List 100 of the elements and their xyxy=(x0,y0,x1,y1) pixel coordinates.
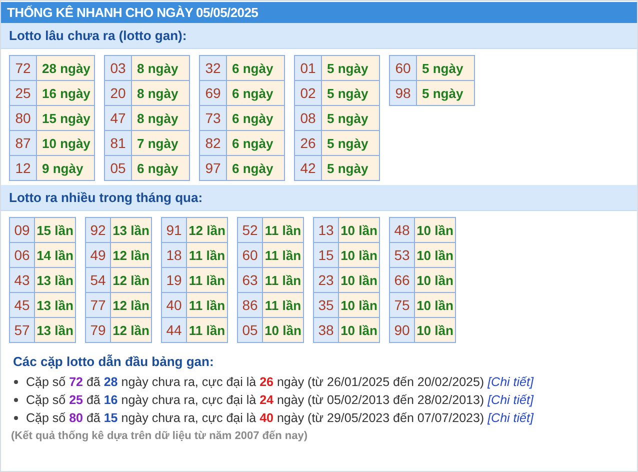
count-cell: 6 ngày xyxy=(226,56,284,80)
count-cell: 5 ngày xyxy=(322,56,380,80)
count-cell: 5 ngày xyxy=(322,156,380,180)
number-cell: 15 xyxy=(314,242,338,268)
number-cell: 90 xyxy=(390,318,414,342)
number-cell: 26 xyxy=(294,130,322,156)
number-cell: 25 xyxy=(10,80,36,106)
count-cell: 5 ngày xyxy=(322,130,380,156)
number-cell: 82 xyxy=(200,130,226,156)
footnote: (Kết quả thống kê dựa trên dữ liệu từ năm 2007 đến nay) xyxy=(11,429,309,442)
count-cell: 11 lần xyxy=(186,318,228,342)
number-cell: 09 xyxy=(10,218,34,242)
number-cell: 05 xyxy=(238,318,262,342)
count-cell: 14 lần xyxy=(34,242,76,268)
details-link[interactable]: [Chi tiết] xyxy=(488,411,534,425)
count-cell: 5 ngày xyxy=(322,80,380,106)
number-cell: 54 xyxy=(86,268,110,292)
count-cell: 10 lần xyxy=(414,292,456,318)
number-cell: 63 xyxy=(238,268,262,292)
number-cell: 72 xyxy=(10,56,36,80)
count-cell: 5 ngày xyxy=(322,106,380,130)
number-cell: 35 xyxy=(314,292,338,318)
count-cell: 10 lần xyxy=(414,318,456,342)
number-cell: 60 xyxy=(390,56,416,80)
number-cell: 87 xyxy=(10,130,36,156)
count-cell: 8 ngày xyxy=(132,56,190,80)
count-cell: 10 lần xyxy=(414,218,456,242)
count-cell: 10 lần xyxy=(414,268,456,292)
number-cell: 13 xyxy=(314,218,338,242)
number-cell: 97 xyxy=(200,156,226,180)
number-cell: 80 xyxy=(10,106,36,130)
section-heading: Lotto ra nhiều trong tháng qua: xyxy=(1,185,637,211)
number-cell: 57 xyxy=(10,318,34,342)
number-cell: 43 xyxy=(10,268,34,292)
number-cell: 60 xyxy=(238,242,262,268)
count-cell: 13 lần xyxy=(34,292,76,318)
number-cell: 53 xyxy=(390,242,414,268)
count-cell: 11 lần xyxy=(262,242,304,268)
number-cell: 47 xyxy=(104,106,132,130)
bullet-icon xyxy=(14,398,18,402)
count-cell: 10 lần xyxy=(262,318,304,342)
number-cell: 92 xyxy=(86,218,110,242)
number-cell: 52 xyxy=(238,218,262,242)
count-cell: 12 lần xyxy=(186,218,228,242)
count-cell: 15 lần xyxy=(34,218,76,242)
number-cell: 79 xyxy=(86,318,110,342)
number-cell: 38 xyxy=(314,318,338,342)
number-cell: 45 xyxy=(10,292,34,318)
number-cell: 49 xyxy=(86,242,110,268)
count-cell: 13 lần xyxy=(34,268,76,292)
count-cell: 12 lần xyxy=(110,292,152,318)
number-cell: 20 xyxy=(104,80,132,106)
count-cell: 10 lần xyxy=(338,268,380,292)
count-cell: 16 ngày xyxy=(36,80,94,106)
count-cell: 10 ngày xyxy=(36,130,94,156)
number-cell: 05 xyxy=(104,156,132,180)
number-cell: 91 xyxy=(162,218,186,242)
count-cell: 6 ngày xyxy=(132,156,190,180)
count-cell: 11 lần xyxy=(262,268,304,292)
count-cell: 15 ngày xyxy=(36,106,94,130)
count-cell: 10 lần xyxy=(414,242,456,268)
page-title: THỐNG KÊ NHANH CHO NGÀY 05/05/2025 xyxy=(1,2,637,23)
count-cell: 6 ngày xyxy=(226,80,284,106)
count-cell: 7 ngày xyxy=(132,130,190,156)
count-cell: 6 ngày xyxy=(226,156,284,180)
number-cell: 86 xyxy=(238,292,262,318)
count-cell: 8 ngày xyxy=(132,80,190,106)
count-cell: 11 lần xyxy=(186,292,228,318)
count-cell: 8 ngày xyxy=(132,106,190,130)
number-cell: 98 xyxy=(390,80,416,106)
gan-pair-text: Cặp số 25 đã 16 ngày chưa ra, cực đại là 24 ngày (từ 05/02/2013 đến 28/02/2013) [Chi tiết] xyxy=(26,393,534,407)
details-link[interactable]: [Chi tiết] xyxy=(488,393,534,407)
count-cell: 28 ngày xyxy=(36,56,94,80)
count-cell: 6 ngày xyxy=(226,106,284,130)
bullet-icon xyxy=(14,380,18,384)
number-cell: 69 xyxy=(200,80,226,106)
count-cell: 10 lần xyxy=(338,242,380,268)
count-cell: 13 lần xyxy=(110,218,152,242)
number-cell: 01 xyxy=(294,56,322,80)
count-cell: 6 ngày xyxy=(226,130,284,156)
bullet-icon xyxy=(14,416,18,420)
count-cell: 11 lần xyxy=(186,242,228,268)
count-cell: 5 ngày xyxy=(416,80,474,106)
number-cell: 02 xyxy=(294,80,322,106)
count-cell: 11 lần xyxy=(262,218,304,242)
details-link[interactable]: [Chi tiết] xyxy=(488,375,534,389)
number-cell: 32 xyxy=(200,56,226,80)
count-cell: 11 lần xyxy=(262,292,304,318)
count-cell: 10 lần xyxy=(338,318,380,342)
number-cell: 03 xyxy=(104,56,132,80)
number-cell: 08 xyxy=(294,106,322,130)
count-cell: 12 lần xyxy=(110,268,152,292)
count-cell: 12 lần xyxy=(110,318,152,342)
section-heading: Lotto lâu chưa ra (lotto gan): xyxy=(1,23,637,49)
number-cell: 75 xyxy=(390,292,414,318)
number-cell: 42 xyxy=(294,156,322,180)
number-cell: 66 xyxy=(390,268,414,292)
number-cell: 18 xyxy=(162,242,186,268)
gan-pair-text: Cặp số 80 đã 15 ngày chưa ra, cực đại là 40 ngày (từ 29/05/2023 đến 07/07/2023) [Chi tiết] xyxy=(26,411,534,425)
number-cell: 48 xyxy=(390,218,414,242)
